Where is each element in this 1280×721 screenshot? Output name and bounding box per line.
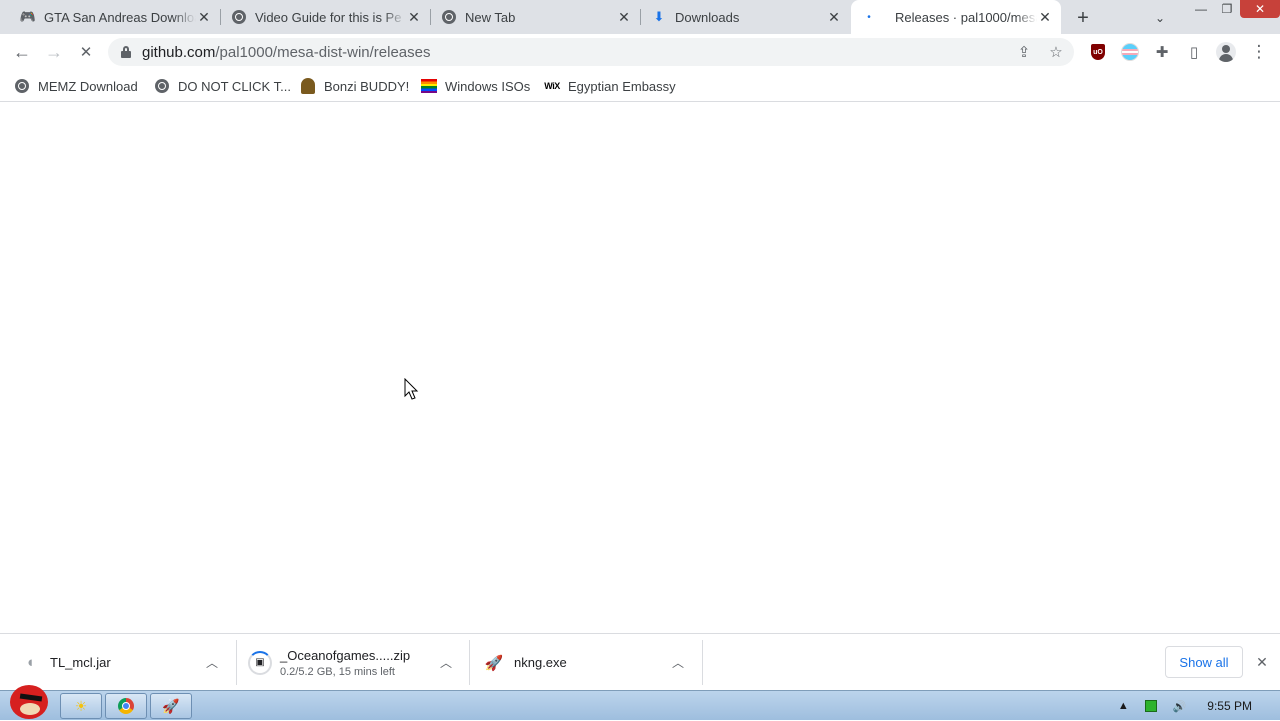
rocket-icon: 🚀 — [162, 697, 180, 714]
sun-icon: ☀ — [74, 697, 88, 714]
menu-icon[interactable]: ⋮ — [1248, 41, 1270, 63]
tray-expand-icon[interactable]: ▲ — [1115, 698, 1131, 714]
download-icon: ⬇ — [653, 9, 665, 24]
chevron-up-icon[interactable]: ︿ — [438, 655, 454, 671]
download-item[interactable]: ◖ TL_mcl.jar ︿ — [18, 638, 234, 687]
globe-icon — [154, 78, 170, 94]
taskbar-chrome[interactable] — [105, 693, 147, 719]
close-icon[interactable]: ✕ — [826, 9, 842, 25]
download-filename: nkng.exe — [514, 655, 567, 670]
download-shelf: ◖ TL_mcl.jar ︿ ▣ _Oceanofgames.....zip 0… — [0, 633, 1280, 690]
download-filename: TL_mcl.jar — [50, 655, 111, 670]
url-domain: github.com — [142, 43, 216, 61]
profile-avatar[interactable] — [1215, 41, 1237, 63]
bookmark-label: Windows ISOs — [445, 78, 531, 94]
globe-icon — [231, 9, 247, 25]
tab-releases[interactable]: • Releases · pal1000/mesa- ✕ — [851, 0, 1061, 34]
bookmark-bonzi[interactable]: Bonzi BUDDY! — [300, 76, 409, 96]
tab-gta[interactable]: 🎮 GTA San Andreas Download ✕ — [0, 0, 220, 34]
download-separator — [702, 640, 703, 685]
address-bar[interactable]: github.com/pal1000/mesa-dist-win/release… — [108, 38, 1074, 66]
minimize-button[interactable]: — — [1188, 0, 1214, 18]
tab-title: Video Guide for this is Pe — [255, 9, 402, 25]
bookmark-do-not-click[interactable]: DO NOT CLICK T... — [154, 76, 291, 96]
bird-belly — [20, 703, 40, 715]
chevron-up-icon[interactable]: ︿ — [670, 655, 686, 671]
download-status: 0.2/5.2 GB, 15 mins left — [280, 665, 395, 678]
show-all-button[interactable]: Show all — [1165, 646, 1243, 678]
tab-search-button[interactable]: ⌄ — [1150, 8, 1170, 28]
taskbar: ☀ 🚀 ▲ 🔊 9:55 PM — [0, 685, 1280, 721]
page-content[interactable] — [0, 103, 1280, 633]
tab-new-tab[interactable]: New Tab ✕ — [431, 0, 640, 34]
url-path: /pal1000/mesa-dist-win/releases — [215, 43, 431, 61]
url-text: github.com/pal1000/mesa-dist-win/release… — [142, 44, 430, 61]
close-shelf-icon[interactable]: ✕ — [1254, 654, 1270, 670]
bookmark-memz[interactable]: MEMZ Download — [14, 76, 138, 96]
rocket-icon: 🚀 — [484, 654, 504, 672]
tab-title: Downloads — [675, 9, 740, 25]
bookmarks-bar: MEMZ Download DO NOT CLICK T... Bonzi BU… — [0, 70, 1280, 102]
star-icon[interactable]: ☆ — [1046, 42, 1066, 62]
restore-button[interactable]: ❐ — [1214, 0, 1240, 18]
bookmark-label: DO NOT CLICK T... — [178, 78, 291, 94]
ublock-icon[interactable]: uO — [1087, 41, 1109, 63]
download-filename: _Oceanofgames.....zip — [280, 647, 411, 663]
close-icon[interactable]: ✕ — [616, 9, 632, 25]
side-panel-icon[interactable]: ▯ — [1183, 41, 1205, 63]
close-icon[interactable]: ✕ — [196, 9, 212, 25]
wix-icon: WiX — [544, 81, 560, 91]
extension-flag-icon[interactable] — [1119, 41, 1141, 63]
download-progress-icon: ▣ — [248, 650, 272, 675]
tab-strip: 🎮 GTA San Andreas Download ✕ Video Guide… — [0, 0, 1280, 34]
tab-title: GTA San Andreas Download — [44, 9, 196, 25]
window-close-button[interactable]: ✕ — [1240, 0, 1280, 18]
loading-icon: • — [867, 11, 871, 23]
back-button[interactable]: ← — [9, 39, 35, 65]
close-icon[interactable]: ✕ — [1037, 9, 1053, 25]
new-tab-button[interactable]: + — [1072, 7, 1094, 29]
tab-title: New Tab — [465, 9, 516, 25]
system-tray: ▲ 🔊 9:55 PM — [1109, 691, 1280, 721]
globe-icon — [14, 78, 30, 94]
extensions-puzzle-icon[interactable]: ✚ — [1151, 41, 1173, 63]
bookmark-egyptian-embassy[interactable]: WiX Egyptian Embassy — [544, 76, 676, 96]
file-icon: ◖ — [25, 654, 35, 671]
volume-icon[interactable]: 🔊 — [1171, 698, 1187, 714]
chrome-icon — [441, 9, 457, 25]
rainbow-flag-icon — [421, 78, 437, 94]
download-item[interactable]: 🚀 nkng.exe ︿ — [482, 638, 698, 687]
close-icon[interactable]: ✕ — [406, 9, 422, 25]
download-separator — [469, 640, 470, 685]
bookmark-label: Bonzi BUDDY! — [324, 78, 410, 94]
gamepad-icon: 🎮 — [19, 9, 37, 24]
bookmark-label: Egyptian Embassy — [568, 78, 676, 94]
bookmark-windows-isos[interactable]: Windows ISOs — [421, 76, 530, 96]
toolbar: ← → ✕ github.com/pal1000/mesa-dist-win/r… — [0, 34, 1280, 70]
tab-downloads[interactable]: ⬇ Downloads ✕ — [641, 0, 850, 34]
start-button[interactable] — [6, 681, 52, 721]
bookmark-label: MEMZ Download — [38, 78, 138, 94]
tab-video-guide[interactable]: Video Guide for this is Pe ✕ — [221, 0, 430, 34]
battery-icon[interactable] — [1143, 698, 1159, 714]
chrome-icon — [118, 698, 134, 714]
window-controls: — ❐ ✕ — [1188, 0, 1280, 18]
taskbar-rocket-app[interactable]: 🚀 — [150, 693, 192, 719]
taskbar-sun-app[interactable]: ☀ — [60, 693, 102, 719]
bonzi-icon — [300, 78, 316, 94]
lock-icon[interactable] — [120, 45, 132, 59]
mouse-cursor-icon — [404, 378, 419, 400]
tab-title: Releases · pal1000/mesa- — [895, 9, 1037, 25]
share-icon[interactable]: ⇪ — [1014, 42, 1034, 62]
clock[interactable]: 9:55 PM — [1207, 699, 1252, 713]
download-separator — [236, 640, 237, 685]
download-item[interactable]: ▣ _Oceanofgames.....zip 0.2/5.2 GB, 15 m… — [248, 638, 466, 687]
forward-button[interactable]: → — [41, 39, 67, 65]
stop-loading-button[interactable]: ✕ — [73, 39, 99, 65]
chevron-up-icon[interactable]: ︿ — [204, 655, 220, 671]
